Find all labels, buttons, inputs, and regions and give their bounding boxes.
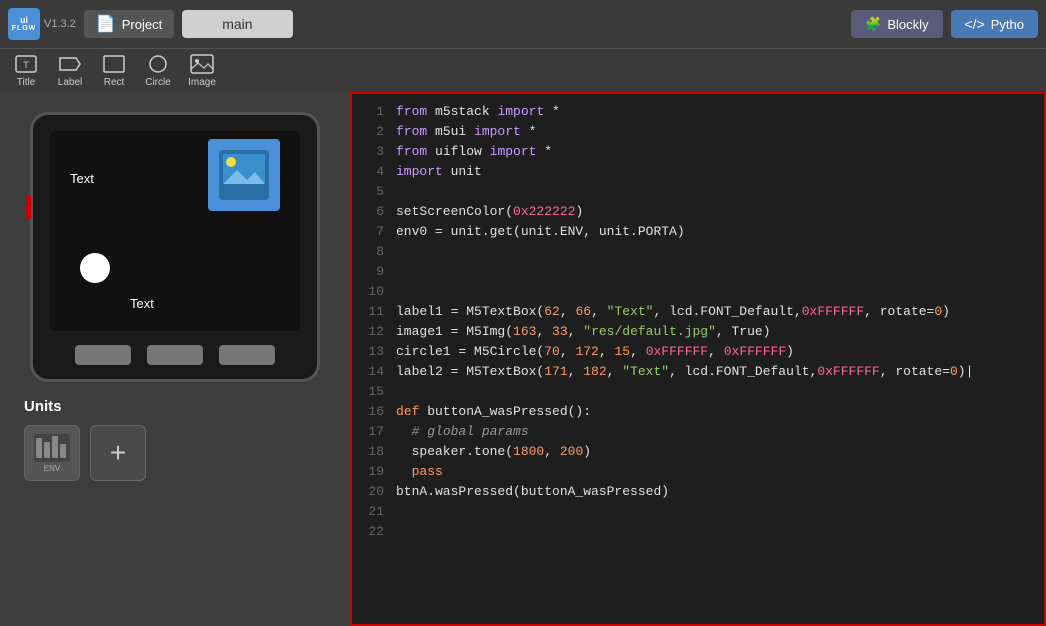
label-icon [56, 53, 84, 75]
project-icon: 📄 [96, 14, 116, 34]
code-line-16: 16 def buttonA_wasPressed(): [352, 402, 1044, 422]
device-mockup: Text Text [30, 112, 320, 382]
left-panel: Text Text [0, 92, 350, 626]
toolbar-circle[interactable]: Circle [144, 53, 172, 88]
device-buttons [75, 345, 275, 365]
code-line-20: 20 btnA.wasPressed(buttonA_wasPressed) [352, 482, 1044, 502]
code-line-5: 5 [352, 182, 1044, 202]
code-line-4: 4 import unit [352, 162, 1044, 182]
blockly-label: Blockly [887, 17, 928, 32]
code-line-1: 1 from m5stack import * [352, 102, 1044, 122]
code-line-13: 13 circle1 = M5Circle(70, 172, 15, 0xFFF… [352, 342, 1044, 362]
main-tab[interactable]: main [182, 10, 292, 38]
device-circle [80, 253, 110, 283]
code-line-3: 3 from uiflow import * [352, 142, 1044, 162]
code-line-8: 8 [352, 242, 1044, 262]
device-button-a[interactable] [75, 345, 131, 365]
toolbar-rect[interactable]: Rect [100, 53, 128, 88]
device-button-b[interactable] [147, 345, 203, 365]
code-line-7: 7 env0 = unit.get(unit.ENV, unit.PORTA) [352, 222, 1044, 242]
toolbar-label[interactable]: Label [56, 53, 84, 88]
toolbar-label-label: Label [58, 77, 82, 88]
code-line-10: 10 [352, 282, 1044, 302]
toolbar-title[interactable]: T Title [12, 53, 40, 88]
units-items: ENV ENV + [24, 425, 326, 481]
code-line-17: 17 # global params [352, 422, 1044, 442]
toolbar-rect-label: Rect [104, 77, 125, 88]
toolbar-circle-label: Circle [145, 77, 171, 88]
code-line-14: 14 label2 = M5TextBox(171, 182, "Text", … [352, 362, 1044, 382]
add-icon: + [110, 439, 126, 467]
device-image [208, 139, 280, 211]
code-line-15: 15 [352, 382, 1044, 402]
device-text-bottom: Text [130, 296, 154, 311]
python-label: Pytho [991, 17, 1024, 32]
circle-icon [144, 53, 172, 75]
code-line-6: 6 setScreenColor(0x222222) [352, 202, 1044, 222]
version-text: V1.3.2 [44, 18, 76, 30]
unit-add-button[interactable]: + [90, 425, 146, 481]
units-title: Units [24, 398, 326, 415]
title-icon: T [12, 53, 40, 75]
rect-icon [100, 53, 128, 75]
code-line-11: 11 label1 = M5TextBox(62, 66, "Text", lc… [352, 302, 1044, 322]
device-side-button[interactable] [25, 195, 31, 219]
toolbar-image-label: Image [188, 77, 216, 88]
unit-env[interactable]: ENV ENV [24, 425, 80, 481]
code-line-19: 19 pass [352, 462, 1044, 482]
python-button[interactable]: </> Pytho [951, 10, 1039, 38]
code-icon: </> [965, 16, 985, 32]
image-icon [188, 53, 216, 75]
units-section: Units ENV ENV + [16, 398, 334, 481]
toolbar-image[interactable]: Image [188, 53, 216, 88]
code-line-21: 21 [352, 502, 1044, 522]
code-line-2: 2 from m5ui import * [352, 122, 1044, 142]
code-panel[interactable]: 1 from m5stack import * 2 from m5ui impo… [350, 92, 1046, 626]
toolbar-row: T Title Label Rect Circle Image [0, 48, 1046, 92]
toolbar-title-label: Title [17, 77, 36, 88]
code-line-9: 9 [352, 262, 1044, 282]
project-button[interactable]: 📄 Project [84, 10, 174, 38]
project-label: Project [122, 17, 162, 32]
main-area: Text Text [0, 92, 1046, 626]
code-line-22: 22 [352, 522, 1044, 542]
device-screen-inner: Text Text [50, 131, 300, 331]
top-bar: ui FLOW V1.3.2 📄 Project main 🧩 Blockly … [0, 0, 1046, 48]
blockly-button[interactable]: 🧩 Blockly [851, 10, 942, 38]
logo-icon: ui FLOW [8, 8, 40, 40]
svg-text:T: T [23, 60, 29, 70]
logo-area: ui FLOW V1.3.2 [8, 8, 76, 40]
puzzle-icon: 🧩 [865, 16, 881, 32]
device-text-top: Text [70, 171, 94, 186]
device-screen: Text Text [50, 131, 300, 331]
code-line-18: 18 speaker.tone(1800, 200) [352, 442, 1044, 462]
device-button-c[interactable] [219, 345, 275, 365]
code-line-12: 12 image1 = M5Img(163, 33, "res/default.… [352, 322, 1044, 342]
